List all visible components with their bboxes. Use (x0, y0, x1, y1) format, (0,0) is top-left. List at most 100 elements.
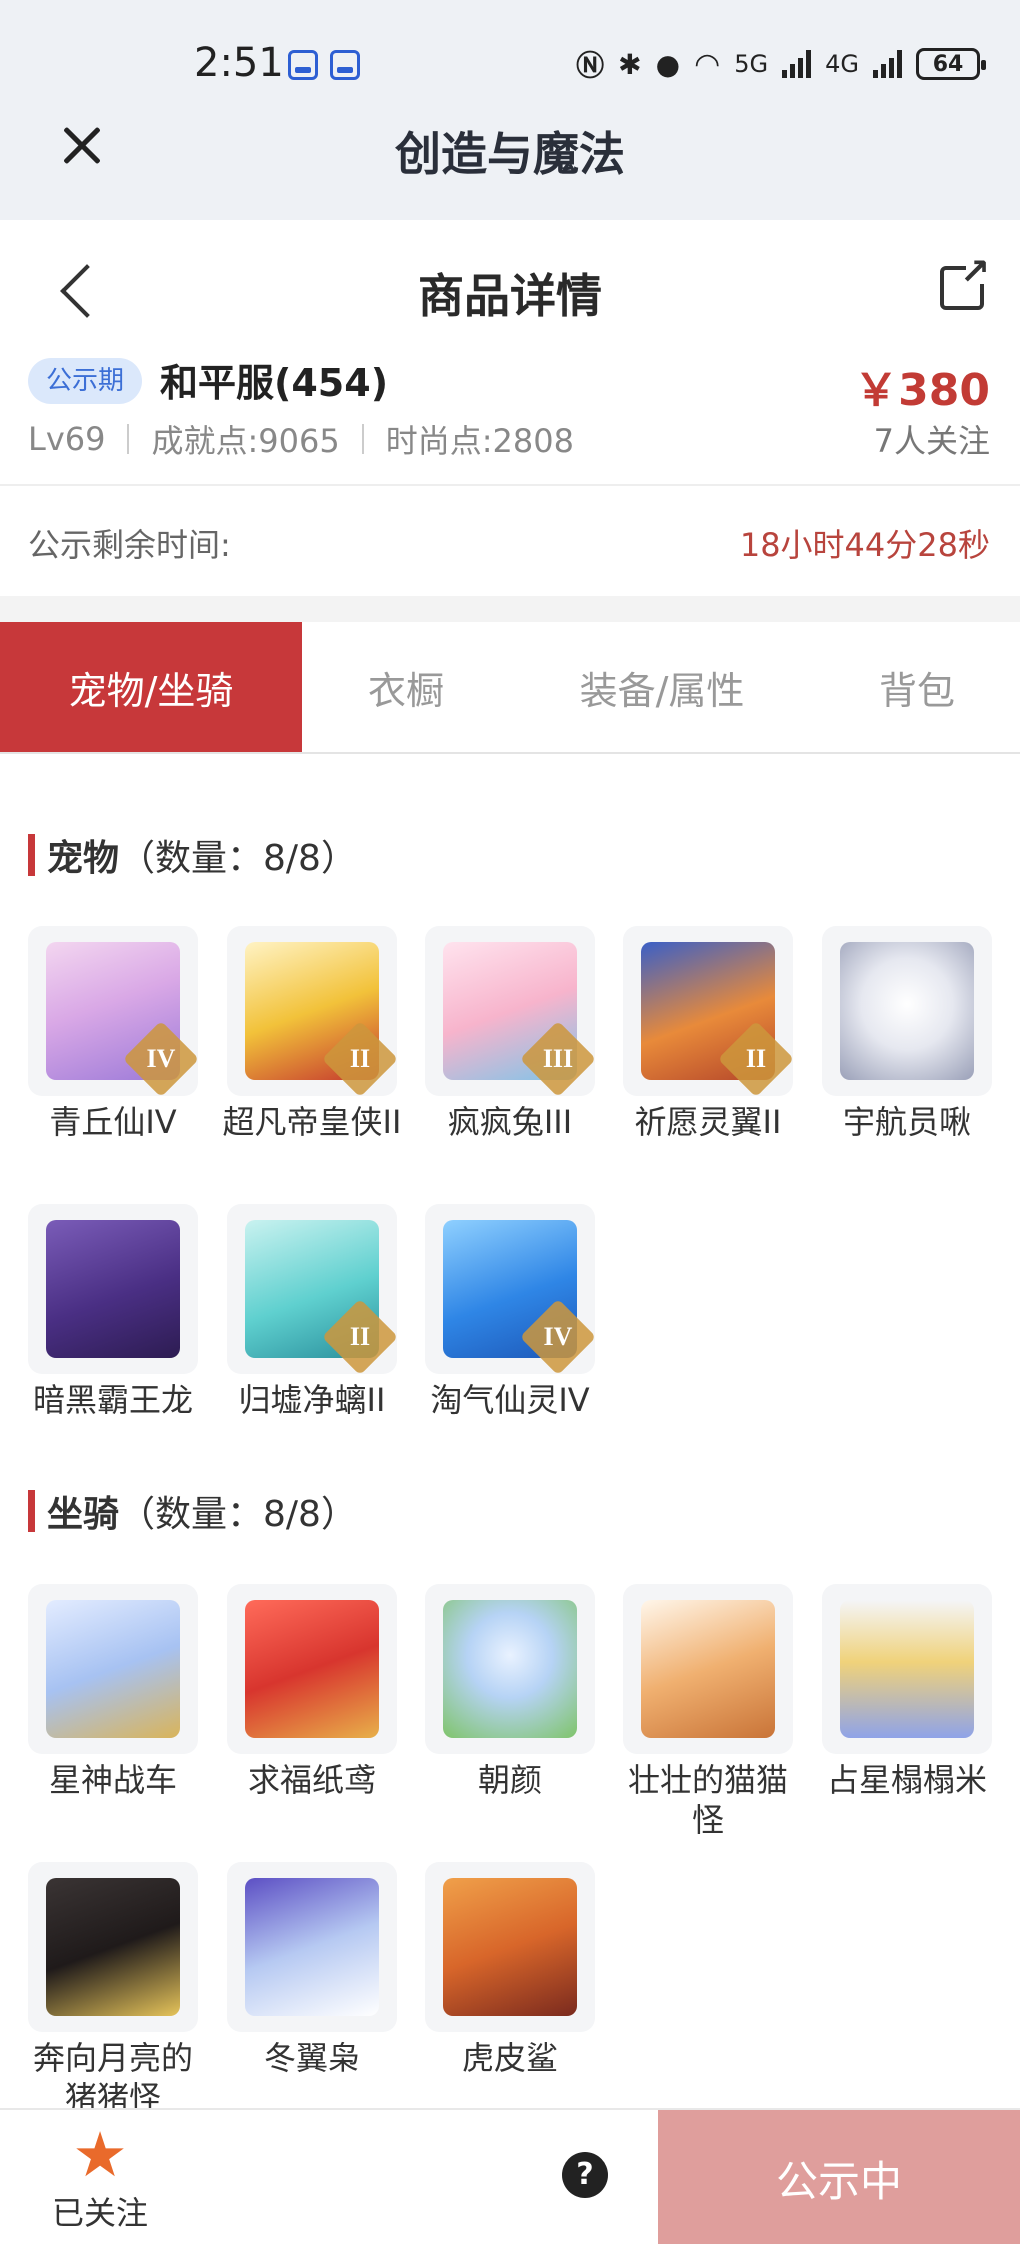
pet-item[interactable]: III 疯疯兔III (425, 926, 595, 1142)
section-count: （数量：8/8） (119, 1494, 357, 1535)
network-4g-label: 4G (825, 50, 859, 78)
pet-art (840, 942, 974, 1080)
mount-name: 占星榻榻米 (826, 1761, 987, 1799)
battery-icon: 64 (916, 48, 986, 80)
mount-art (443, 1878, 577, 2016)
section-name: 坐骑 (47, 1494, 120, 1535)
mount-image (425, 1862, 595, 2032)
pet-name: 青丘仙IV (49, 1103, 177, 1141)
notification-app-icon (288, 50, 318, 80)
publicity-status-button[interactable]: 公示中 (658, 2110, 1020, 2244)
divider (361, 424, 364, 454)
pet-name: 暗黑霸王龙 (32, 1381, 193, 1419)
mount-name: 冬翼枭 (263, 2039, 360, 2077)
section-marker (28, 834, 35, 876)
mount-name: 星神战车 (48, 1761, 177, 1799)
pet-art (46, 1220, 180, 1358)
tier-badge: II (717, 1020, 793, 1096)
pet-item[interactable]: 暗黑霸王龙 (28, 1204, 198, 1420)
tier-badge: IV (122, 1020, 198, 1096)
pet-image: II (623, 926, 793, 1096)
mount-image (227, 1584, 397, 1754)
role-stats: Lv69 成就点:9065 时尚点:2808 (28, 416, 574, 462)
section-marker (28, 1490, 35, 1532)
remaining-time-row: 公示剩余时间: 18小时44分28秒 (0, 486, 1020, 596)
bottom-action-bar: ★ 已关注 ? 公示中 (0, 2108, 1020, 2244)
mount-item[interactable]: 奔向月亮的猪猪怪 (28, 1862, 198, 2118)
status-time: 2:51 (194, 40, 284, 86)
app-title: 创造与魔法 (395, 127, 625, 181)
pet-image: IV (425, 1204, 595, 1374)
product-info: 公示期 和平服(454) Lv69 成就点:9065 时尚点:2808 ￥380… (0, 350, 1020, 482)
share-icon[interactable] (940, 252, 990, 310)
status-icons: Ⓝ ✱ ● ◠ 5G 4G 64 (576, 44, 986, 84)
wifi-icon: ◠ (694, 46, 721, 82)
mount-image (822, 1584, 992, 1754)
follow-button[interactable]: ★ 已关注 (30, 2122, 170, 2234)
star-icon: ★ (72, 2118, 128, 2191)
mount-item[interactable]: 朝颜 (425, 1584, 595, 1800)
pet-name: 淘气仙灵IV (430, 1381, 590, 1419)
tab-pets-mounts[interactable]: 宠物/坐骑 (0, 622, 302, 752)
tab-backpack[interactable]: 背包 (814, 622, 1020, 752)
pet-image: IV (28, 926, 198, 1096)
price: ￥380 (854, 365, 990, 416)
mount-image (28, 1862, 198, 2032)
mount-item[interactable]: 壮壮的猫猫怪 (623, 1584, 793, 1840)
status-badge: 公示期 (28, 358, 143, 404)
tier-badge: II (321, 1298, 397, 1374)
mount-art (245, 1600, 379, 1738)
pet-image: III (425, 926, 595, 1096)
mount-art (46, 1878, 180, 2016)
pet-image: II (227, 1204, 397, 1374)
tier-badge: III (519, 1020, 595, 1096)
nfc-icon: Ⓝ (576, 49, 605, 82)
tier-badge: IV (519, 1298, 595, 1374)
section-count: （数量：8/8） (119, 838, 357, 879)
location-icon: ● (655, 47, 681, 81)
category-tabs: 宠物/坐骑 衣橱 装备/属性 背包 (0, 622, 1020, 754)
remaining-time-label: 公示剩余时间: (28, 526, 231, 564)
divider (127, 424, 130, 454)
pet-name: 宇航员啾 (842, 1103, 971, 1141)
mount-item[interactable]: 星神战车 (28, 1584, 198, 1800)
pet-item[interactable]: IV 青丘仙IV (28, 926, 198, 1142)
page-title: 商品详情 (418, 269, 602, 323)
pet-name: 祈愿灵翼II (634, 1103, 782, 1141)
mount-item[interactable]: 求福纸鸢 (227, 1584, 397, 1800)
battery-level: 64 (932, 51, 964, 77)
mount-name: 求福纸鸢 (247, 1761, 376, 1799)
mount-item[interactable]: 冬翼枭 (227, 1862, 397, 2078)
signal-icon (873, 50, 902, 78)
pet-item[interactable]: II 祈愿灵翼II (623, 926, 793, 1142)
mount-image (623, 1584, 793, 1754)
mount-art (641, 1600, 775, 1738)
mount-item[interactable]: 虎皮鲨 (425, 1862, 595, 2078)
pet-name: 归墟净螭II (238, 1381, 386, 1419)
mount-name: 虎皮鲨 (461, 2039, 558, 2077)
pet-item[interactable]: II 超凡帝皇侠II (223, 926, 401, 1142)
level-value: Lv69 (28, 420, 106, 458)
notification-app-icon (330, 50, 360, 80)
mount-name: 奔向月亮的猪猪怪 (32, 2039, 193, 2117)
follower-count: 7人关注 (873, 422, 990, 460)
pet-image (822, 926, 992, 1096)
tab-wardrobe[interactable]: 衣橱 (302, 622, 510, 752)
follow-label: 已关注 (51, 2194, 148, 2232)
section-gap (0, 596, 1020, 622)
tab-equipment-attributes[interactable]: 装备/属性 (510, 622, 814, 752)
signal-icon (782, 50, 812, 78)
mount-image (227, 1862, 397, 2032)
mount-art (443, 1600, 577, 1738)
help-icon[interactable]: ? (562, 2152, 608, 2198)
page-header: 商品详情 (0, 220, 1020, 360)
mount-item[interactable]: 占星榻榻米 (822, 1584, 992, 1800)
mount-art (840, 1600, 974, 1738)
mount-name: 壮壮的猫猫怪 (627, 1761, 788, 1839)
pet-item[interactable]: 宇航员啾 (822, 926, 992, 1142)
pets-section-title: 宠物 （数量：8/8） (28, 830, 357, 880)
mounts-section-title: 坐骑 （数量：8/8） (28, 1486, 357, 1536)
pet-name: 疯疯兔III (447, 1103, 573, 1141)
pet-item[interactable]: II 归墟净螭II (227, 1204, 397, 1420)
pet-item[interactable]: IV 淘气仙灵IV (425, 1204, 595, 1420)
